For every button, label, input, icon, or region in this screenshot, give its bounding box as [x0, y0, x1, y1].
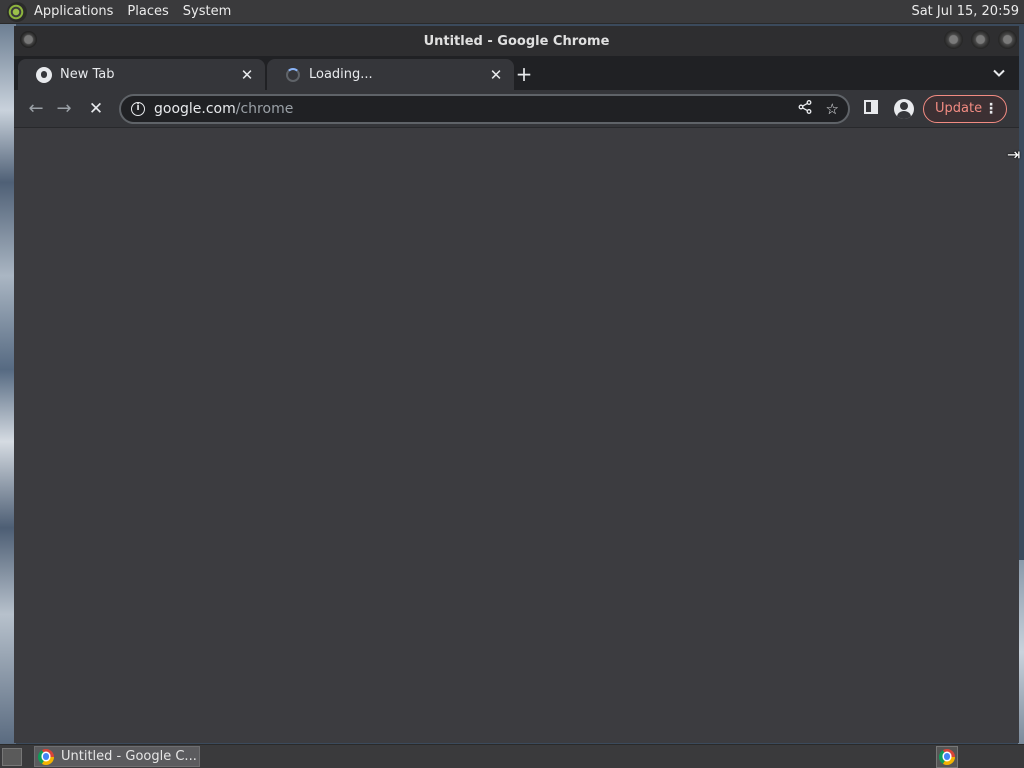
side-panel-icon[interactable]	[864, 99, 878, 118]
chrome-window: Untitled - Google Chrome New Tab ✕ Loadi…	[14, 26, 1019, 743]
bottom-panel: Untitled - Google C...	[0, 744, 1024, 768]
address-bar[interactable]: i google.com/chrome ☆	[119, 93, 850, 124]
new-tab-button[interactable]: +	[514, 63, 534, 85]
url-path: /chrome	[235, 100, 294, 117]
minimize-button[interactable]	[944, 30, 963, 49]
stop-loading-button[interactable]: ✕	[82, 99, 110, 119]
chrome-icon	[36, 66, 52, 83]
chrome-icon	[939, 748, 955, 765]
window-titlebar[interactable]: Untitled - Google Chrome	[14, 26, 1019, 56]
forward-button[interactable]: →	[50, 98, 78, 119]
tab-label: Loading...	[309, 67, 373, 82]
update-label: Update	[935, 101, 983, 116]
tab-label: New Tab	[60, 67, 115, 82]
profile-avatar-icon[interactable]	[894, 98, 914, 119]
maximize-button[interactable]	[971, 30, 990, 49]
page-content[interactable]	[14, 128, 1019, 743]
site-info-icon[interactable]: i	[131, 101, 145, 116]
tab-new-tab[interactable]: New Tab ✕	[18, 59, 265, 90]
menu-system[interactable]: System	[183, 4, 231, 19]
show-desktop-icon[interactable]	[2, 747, 22, 766]
clock[interactable]: Sat Jul 15, 20:59	[911, 4, 1019, 19]
close-window-button[interactable]	[998, 30, 1017, 49]
tab-loading[interactable]: Loading... ✕	[267, 59, 514, 90]
window-title: Untitled - Google Chrome	[423, 33, 610, 49]
tab-search-chevron-icon[interactable]	[993, 66, 1005, 80]
bookmark-star-icon[interactable]: ☆	[826, 100, 839, 118]
url-host: google.com	[154, 100, 236, 117]
back-button[interactable]: ←	[22, 98, 50, 119]
update-button[interactable]: Update ⋮	[923, 94, 1007, 123]
tab-strip: New Tab ✕ Loading... ✕ +	[14, 56, 1019, 90]
window-menu-button[interactable]	[20, 31, 37, 48]
menu-applications[interactable]: Applications	[34, 4, 113, 19]
top-panel: Applications Places System Sat Jul 15, 2…	[0, 0, 1024, 24]
chrome-menu-icon[interactable]: ⋮	[984, 101, 998, 117]
loading-spinner-icon	[285, 67, 301, 83]
close-tab-icon[interactable]: ✕	[488, 66, 504, 84]
menu-places[interactable]: Places	[127, 4, 168, 19]
chrome-icon	[38, 748, 54, 765]
resize-cursor-icon: ⇥	[1007, 145, 1021, 164]
share-icon[interactable]	[798, 99, 812, 118]
taskbar-label: Untitled - Google C...	[61, 749, 197, 764]
close-tab-icon[interactable]: ✕	[239, 66, 255, 84]
workspace-switcher[interactable]	[936, 745, 958, 768]
taskbar-chrome-window[interactable]: Untitled - Google C...	[34, 746, 200, 767]
distro-logo-icon[interactable]	[7, 1, 27, 22]
browser-toolbar: ← → ✕ i google.com/chrome ☆ Update ⋮	[14, 90, 1019, 128]
